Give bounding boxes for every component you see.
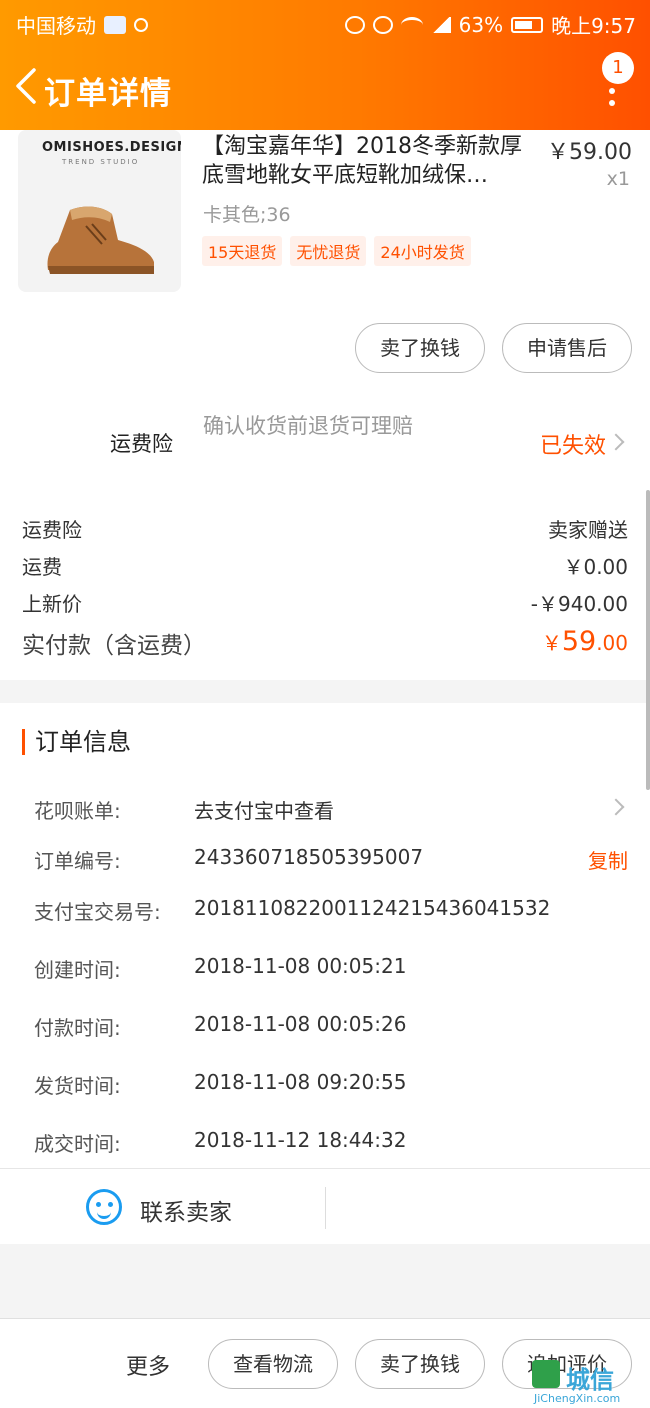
scrollbar[interactable]: [646, 490, 650, 790]
fee-label: 运费: [22, 555, 62, 579]
resell-button-bottom[interactable]: 卖了换钱: [355, 1339, 485, 1389]
carrier-group: 中国移动: [16, 10, 148, 39]
info-key: 支付宝交易号:: [34, 900, 161, 924]
alarm-icon: [344, 15, 365, 34]
copy-button[interactable]: 复制: [588, 845, 628, 874]
paid-amount: ￥59.00: [542, 626, 628, 657]
info-value: 2018-11-08 00:05:26: [194, 1012, 407, 1036]
watermark-url: JiChengXin.com: [534, 1392, 621, 1405]
back-arrow-icon[interactable]: [14, 66, 38, 106]
fee-label: 上新价: [22, 592, 82, 616]
info-key: 发货时间:: [34, 1074, 121, 1098]
info-key: 花呗账单:: [34, 799, 121, 823]
boot-image: [47, 206, 154, 274]
info-key: 创建时间:: [34, 958, 121, 982]
product-thumbnail[interactable]: OMISHOES.DESIGN TREND STUDIO: [18, 130, 181, 292]
watermark-text: 城信: [566, 1366, 614, 1394]
service-tag: 无忧退货: [290, 236, 367, 266]
divider: [325, 1187, 326, 1229]
battery-percent: 63%: [458, 12, 504, 37]
watermark-logo-icon: [532, 1360, 560, 1388]
product-card[interactable]: OMISHOES.DESIGN TREND STUDIO 【淘宝嘉年华】2018…: [0, 130, 650, 400]
chevron-right-icon: [607, 798, 625, 816]
product-title[interactable]: 【淘宝嘉年华】2018冬季新款厚底雪地靴女平底短靴加绒保…: [202, 132, 532, 190]
service-tags: 15天退货 无忧退货 24小时发货: [202, 236, 471, 266]
watermark: 城信 JiChengXin.com: [532, 1360, 642, 1408]
header-bar: 中国移动 63% 晚上9:57 订单详情 1: [0, 0, 650, 130]
after-sales-button[interactable]: 申请售后: [502, 323, 632, 373]
paid-currency: ￥: [541, 631, 562, 655]
battery-icon: [511, 16, 544, 33]
paid-decimal: .00: [596, 631, 628, 655]
status-bar: 中国移动 63% 晚上9:57: [0, 0, 650, 44]
shipping-insurance-row[interactable]: 运费险 确认收货前退货可理赔 已失效: [0, 400, 650, 490]
fee-summary: 运费险 卖家赠送 运费 ￥0.00 上新价 -￥940.00 实付款（含运费） …: [0, 490, 650, 680]
contact-bar: 联系卖家: [0, 1168, 650, 1244]
service-tag: 24小时发货: [374, 236, 471, 266]
view-logistics-button[interactable]: 查看物流: [208, 1339, 338, 1389]
clock: 晚上9:57: [551, 14, 636, 38]
carrier-name: 中国移动: [16, 14, 96, 38]
brand-logo: OMISHOES.DESIGN: [42, 140, 181, 155]
product-price: ￥59.00: [547, 140, 632, 165]
app-notification-icon: [104, 15, 126, 34]
insurance-description: 确认收货前退货可理赔: [203, 414, 413, 438]
service-tag: 15天退货: [202, 236, 283, 266]
page-title: 订单详情: [44, 76, 172, 112]
info-key: 订单编号:: [34, 849, 121, 873]
order-number: 243360718505395007: [194, 845, 424, 869]
nav-bar: 订单详情 1: [0, 52, 650, 122]
fee-label: 运费险: [22, 518, 82, 542]
fee-value: ￥0.00: [563, 555, 628, 579]
wifi-icon: [400, 16, 423, 33]
contact-seller-button[interactable]: 联系卖家: [140, 1193, 232, 1227]
info-value: 2018-11-08 00:05:21: [194, 954, 407, 978]
fee-value: 卖家赠送: [548, 518, 628, 542]
fee-value: -￥940.00: [530, 592, 628, 616]
info-key: 成交时间:: [34, 1132, 121, 1156]
product-quantity: x1: [606, 168, 630, 190]
section-title: 订单信息: [22, 729, 131, 755]
chevron-right-icon: [607, 433, 625, 451]
insurance-status: 已失效: [539, 434, 606, 459]
info-value: 2018110822001124215436041532: [194, 896, 551, 920]
product-spec: 卡其色;36: [203, 204, 291, 226]
info-value: 2018-11-12 18:44:32: [194, 1128, 407, 1152]
info-key: 付款时间:: [34, 1016, 121, 1040]
signal-icon: [430, 16, 451, 33]
insurance-label: 运费险: [110, 432, 173, 456]
more-button[interactable]: 更多: [126, 1349, 170, 1381]
status-icons: 63% 晚上9:57: [344, 10, 636, 39]
chat-smiley-icon[interactable]: [86, 1189, 122, 1225]
eye-comfort-icon: [372, 15, 393, 34]
paid-label: 实付款（含运费）: [22, 633, 206, 659]
message-badge[interactable]: 1: [602, 52, 634, 84]
info-value: 2018-11-08 09:20:55: [194, 1070, 407, 1094]
info-value: 去支付宝中查看: [194, 799, 334, 823]
resell-button[interactable]: 卖了换钱: [355, 323, 485, 373]
order-info-section: 订单信息 花呗账单: 去支付宝中查看 订单编号: 243360718505395…: [0, 703, 650, 1168]
brand-subtitle: TREND STUDIO: [62, 158, 140, 166]
notification-dot-icon: [134, 17, 148, 32]
paid-integer: 59: [561, 626, 597, 657]
